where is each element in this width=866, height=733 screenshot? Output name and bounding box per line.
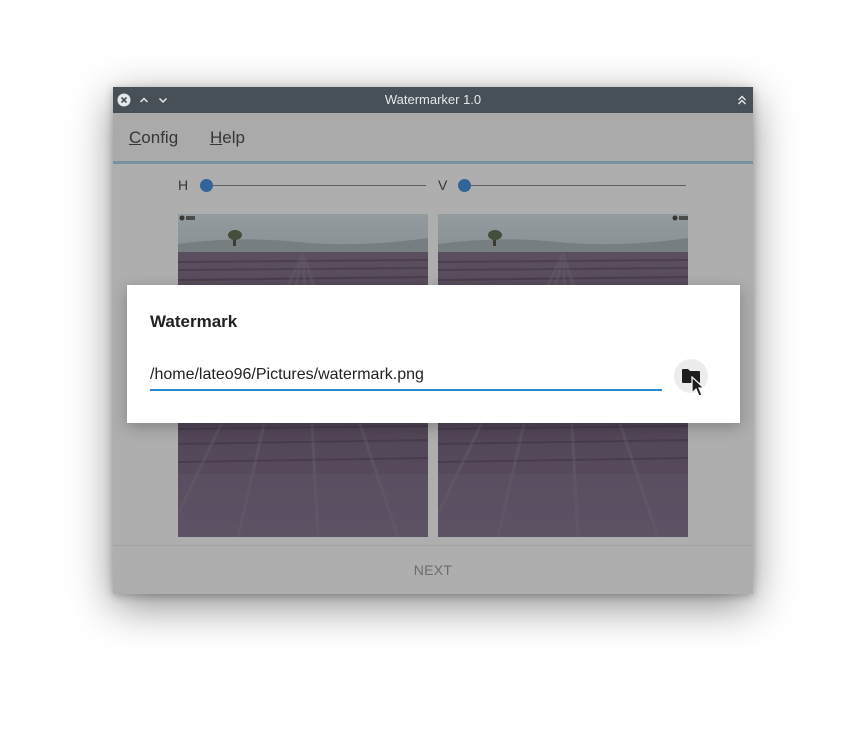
window-title: Watermarker 1.0 [384, 92, 482, 107]
dialog-title: Watermark [150, 312, 238, 331]
double-chevron-up-icon[interactable] [735, 93, 749, 107]
title-bar: Watermarker 1.0 [113, 87, 753, 113]
mouse-cursor [690, 375, 706, 403]
chevron-down-icon[interactable] [156, 93, 170, 107]
watermark-dialog: Watermark [127, 285, 740, 423]
watermark-path-input[interactable] [150, 360, 662, 391]
chevron-up-icon[interactable] [137, 93, 151, 107]
close-icon[interactable] [117, 93, 131, 107]
